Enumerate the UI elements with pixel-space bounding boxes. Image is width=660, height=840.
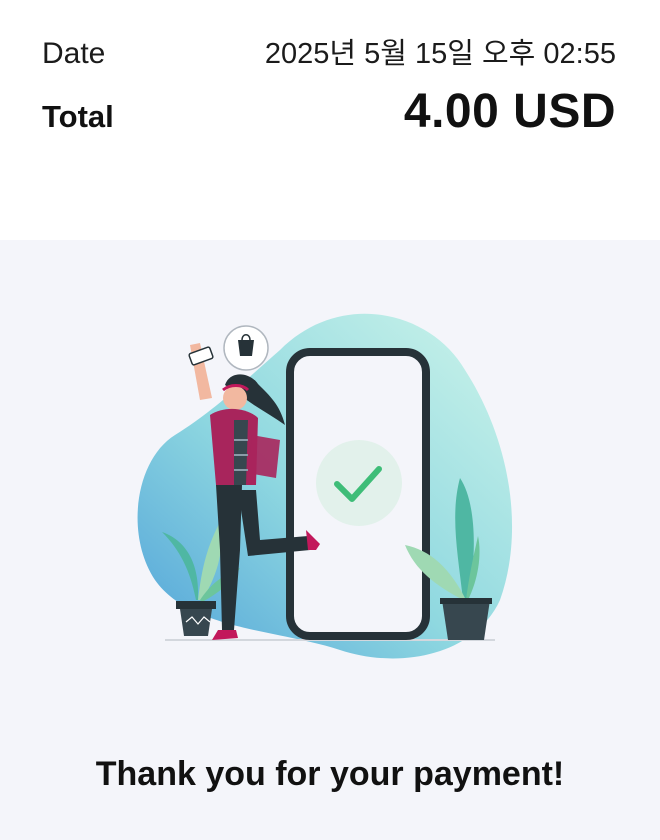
total-amount: 4.00 USD <box>403 85 616 138</box>
confirmation-panel: Thank you for your payment! <box>0 240 660 840</box>
date-value: 2025년 5월 15일 오후 02:55 <box>264 38 616 70</box>
date-row: Date 2025년 5월 15일 오후 02:55 <box>42 30 616 72</box>
check-circle <box>316 440 402 526</box>
total-label: Total <box>42 99 114 134</box>
payment-success-illustration <box>137 313 513 659</box>
total-row: Total 4.00 USD <box>42 84 616 139</box>
date-label: Date <box>42 37 106 70</box>
thank-you-message: Thank you for your payment! <box>95 755 565 793</box>
payment-summary: Date 2025년 5월 15일 오후 02:55 Total 4.00 US… <box>0 0 660 240</box>
